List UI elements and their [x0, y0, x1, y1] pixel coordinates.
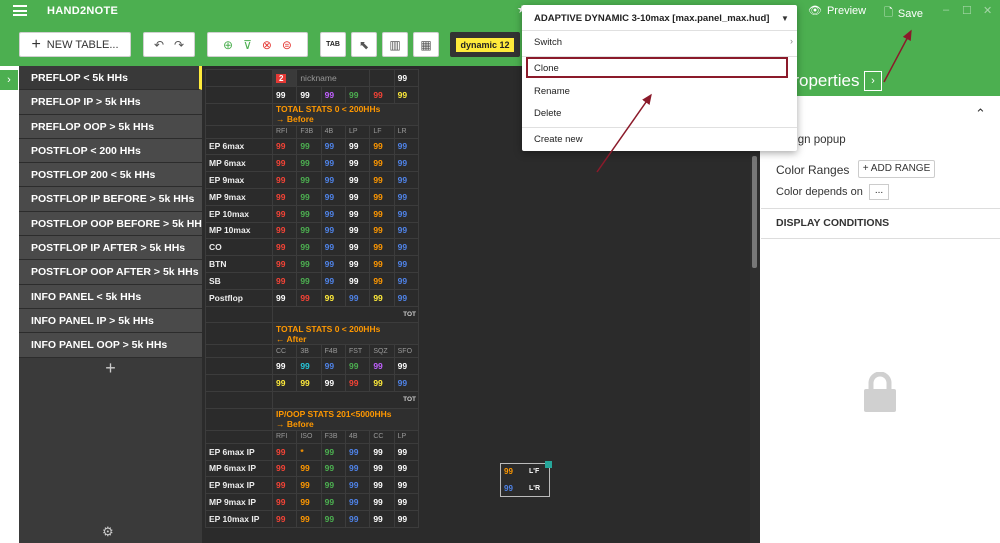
arrow-to-clone: [596, 93, 652, 173]
arrow-to-save: [883, 29, 912, 83]
annotation-arrows: [596, 29, 912, 173]
